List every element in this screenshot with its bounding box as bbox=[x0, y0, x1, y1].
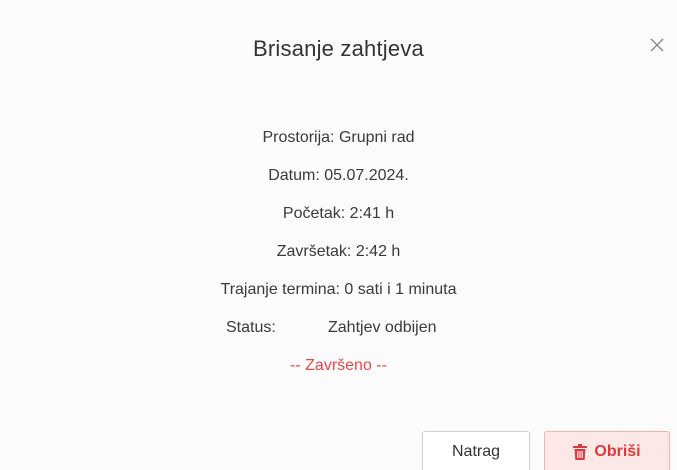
dialog-title: Brisanje zahtjeva bbox=[253, 36, 424, 61]
back-button-label: Natrag bbox=[451, 443, 501, 460]
finished-text: -- Završeno -- bbox=[290, 357, 387, 374]
status-value: Zahtjev odbijen bbox=[328, 319, 437, 336]
status-label: Status: bbox=[226, 319, 276, 336]
delete-button-label: Obriši bbox=[594, 443, 641, 460]
back-button[interactable]: Natrag bbox=[422, 431, 530, 470]
delete-request-dialog: Brisanje zahtjeva Prostorija: Grupni rad… bbox=[0, 0, 677, 470]
close-icon[interactable] bbox=[645, 33, 669, 57]
duration-text: Trajanje termina: 0 sati i 1 minuta bbox=[220, 281, 457, 298]
request-details: Prostorija: Grupni rad Datum: 05.07.2024… bbox=[0, 128, 677, 376]
end-time-text: Završetak: 2:42 h bbox=[276, 243, 401, 260]
delete-button[interactable]: Obriši bbox=[544, 431, 670, 470]
status-row: Status: Zahtjev odbijen bbox=[0, 318, 677, 356]
trash-icon bbox=[573, 444, 588, 460]
room-text: Prostorija: Grupni rad bbox=[262, 129, 415, 146]
date-text: Datum: 05.07.2024. bbox=[268, 167, 409, 184]
start-time-text: Početak: 2:41 h bbox=[282, 205, 395, 222]
